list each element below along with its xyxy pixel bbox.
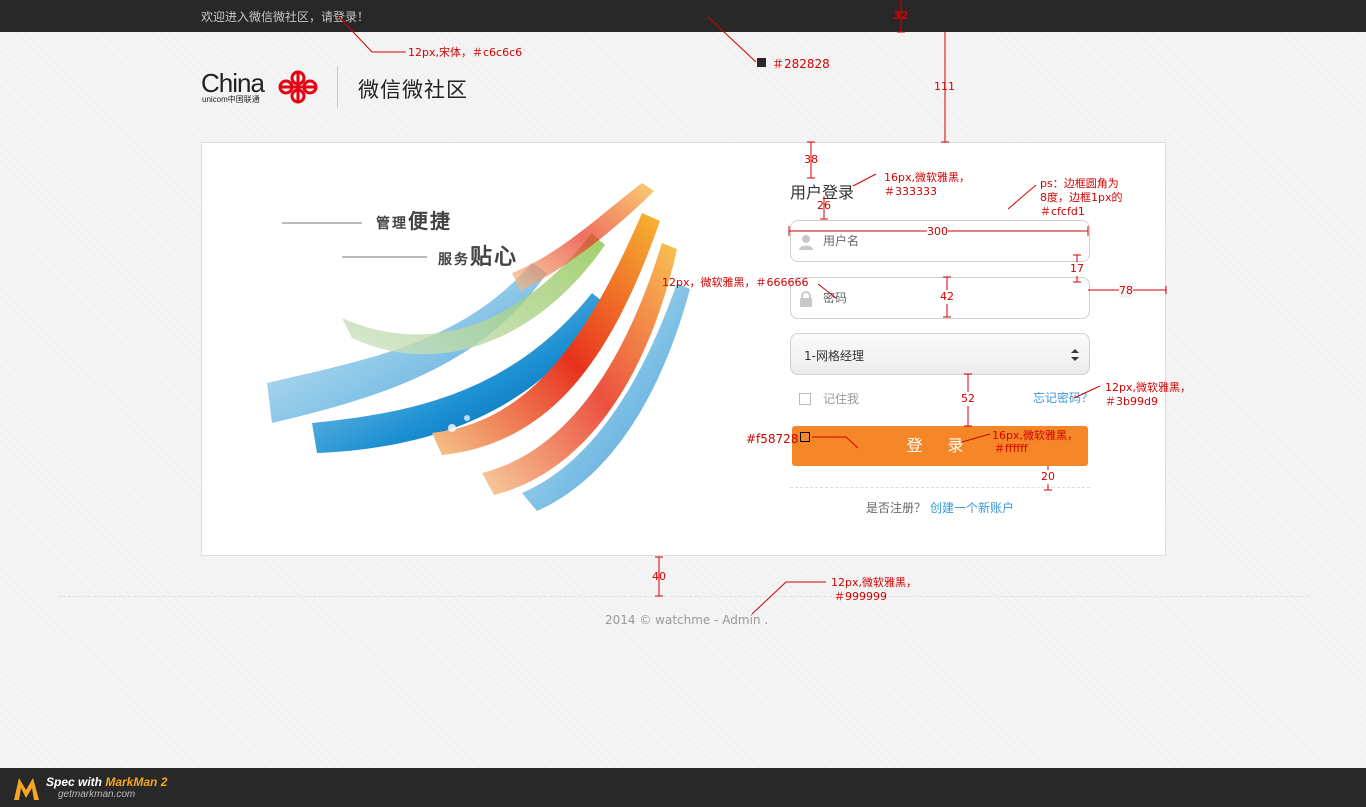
annot-divider-gap: 20 — [1041, 470, 1055, 484]
hero-swirl-graphic — [267, 183, 690, 511]
annot-topbar-color: ＃282828 — [772, 57, 830, 71]
annot-footer-gap: 40 — [652, 570, 666, 583]
annot-field-gap: 17 — [1070, 262, 1084, 276]
footer-copyright: 2014 © watchme - Admin . — [605, 613, 769, 627]
annot-title-color: ＃333333 — [884, 185, 937, 198]
logo-unicom-text: unicom中国联通 — [202, 95, 260, 104]
annot-top-font: 12px,宋体，＃c6c6c6 — [408, 46, 523, 59]
annot-panel-gap: 38 — [804, 153, 818, 166]
username-input[interactable] — [823, 231, 1073, 251]
logo-divider — [337, 66, 338, 108]
annot-footer-color: ＃999999 — [834, 590, 887, 603]
annot-field-height: 42 — [940, 290, 954, 304]
markman-url: getmarkman.com — [58, 789, 136, 800]
annot-right-gap: 78 — [1119, 284, 1133, 298]
forgot-password-link[interactable]: 忘记密码？ — [1033, 389, 1093, 406]
role-select[interactable]: 1-网格经理 — [790, 333, 1090, 375]
annot-title-font: 16px,微软雅黑， — [884, 171, 970, 184]
annot-title-gap: 26 — [817, 199, 831, 212]
annot-field-width: 300 — [927, 225, 948, 239]
login-panel: 管理便捷 服务贴心 用户登录 1-网格经理 记住我 忘记密码？ 登 录 是否注册… — [201, 142, 1166, 556]
markman-brand: MarkMan 2 — [105, 775, 168, 789]
user-icon — [799, 235, 813, 250]
site-title: 微信微社区 — [358, 78, 468, 102]
slogan-2-small: 服务 — [438, 252, 470, 268]
annot-top-height: 32 — [893, 9, 909, 22]
annot-border-3: ＃cfcfd1 — [1040, 205, 1085, 218]
markman-bar: Spec with MarkMan 2 getmarkman.com — [0, 768, 1366, 807]
create-account-link[interactable]: 创建一个新账户 — [930, 501, 1014, 515]
annot-button-font-color: ＃ffffff — [994, 442, 1028, 455]
slogan-2-big: 贴心 — [470, 245, 519, 270]
slogan-1-small: 管理 — [376, 216, 408, 232]
annot-logo-gap: 111 — [934, 80, 955, 93]
register-prompt: 是否注册？ — [866, 501, 927, 515]
footer-divider — [58, 596, 1308, 597]
annot-link-color: ＃3b99d9 — [1105, 395, 1158, 408]
register-row: 是否注册？ 创建一个新账户 — [866, 499, 1014, 516]
annot-button-font: 16px,微软雅黑， — [992, 429, 1078, 442]
annot-link-font: 12px,微软雅黑， — [1105, 381, 1191, 394]
remember-checkbox[interactable] — [799, 392, 811, 405]
annot-placeholder-font: 12px，微软雅黑，＃666666 — [662, 276, 809, 289]
annot-border-2: 8度，边框1px的 — [1040, 191, 1123, 204]
annot-button-gap: 52 — [961, 392, 975, 406]
slogan-line-1: 管理便捷 — [376, 205, 452, 234]
lock-icon — [800, 291, 812, 307]
role-select-value: 1-网格经理 — [804, 349, 864, 363]
annot-border-1: ps：边框圆角为 — [1040, 177, 1119, 190]
select-arrows-icon — [1071, 349, 1079, 361]
remember-me[interactable]: 记住我 — [799, 390, 859, 407]
form-divider — [790, 487, 1090, 488]
annot-footer-font: 12px,微软雅黑， — [831, 576, 917, 589]
annot-button-color: #f58728 — [746, 432, 799, 446]
logo-area: China unicom中国联通 微信微社区 — [200, 64, 490, 110]
welcome-text: 欢迎进入微信微社区，请登录！ — [201, 10, 370, 24]
unicom-knot-icon — [278, 70, 318, 104]
remember-label: 记住我 — [823, 392, 860, 406]
slogan-line-2: 服务贴心 — [438, 239, 518, 271]
markman-prefix: Spec with — [46, 775, 106, 789]
annot-button-swatch — [800, 432, 810, 442]
markman-tagline: Spec with MarkMan 2 — [46, 775, 167, 789]
top-bar: 欢迎进入微信微社区，请登录！ — [0, 0, 1366, 32]
markman-logo-icon — [14, 778, 39, 800]
slogan-1-big: 便捷 — [408, 209, 452, 233]
